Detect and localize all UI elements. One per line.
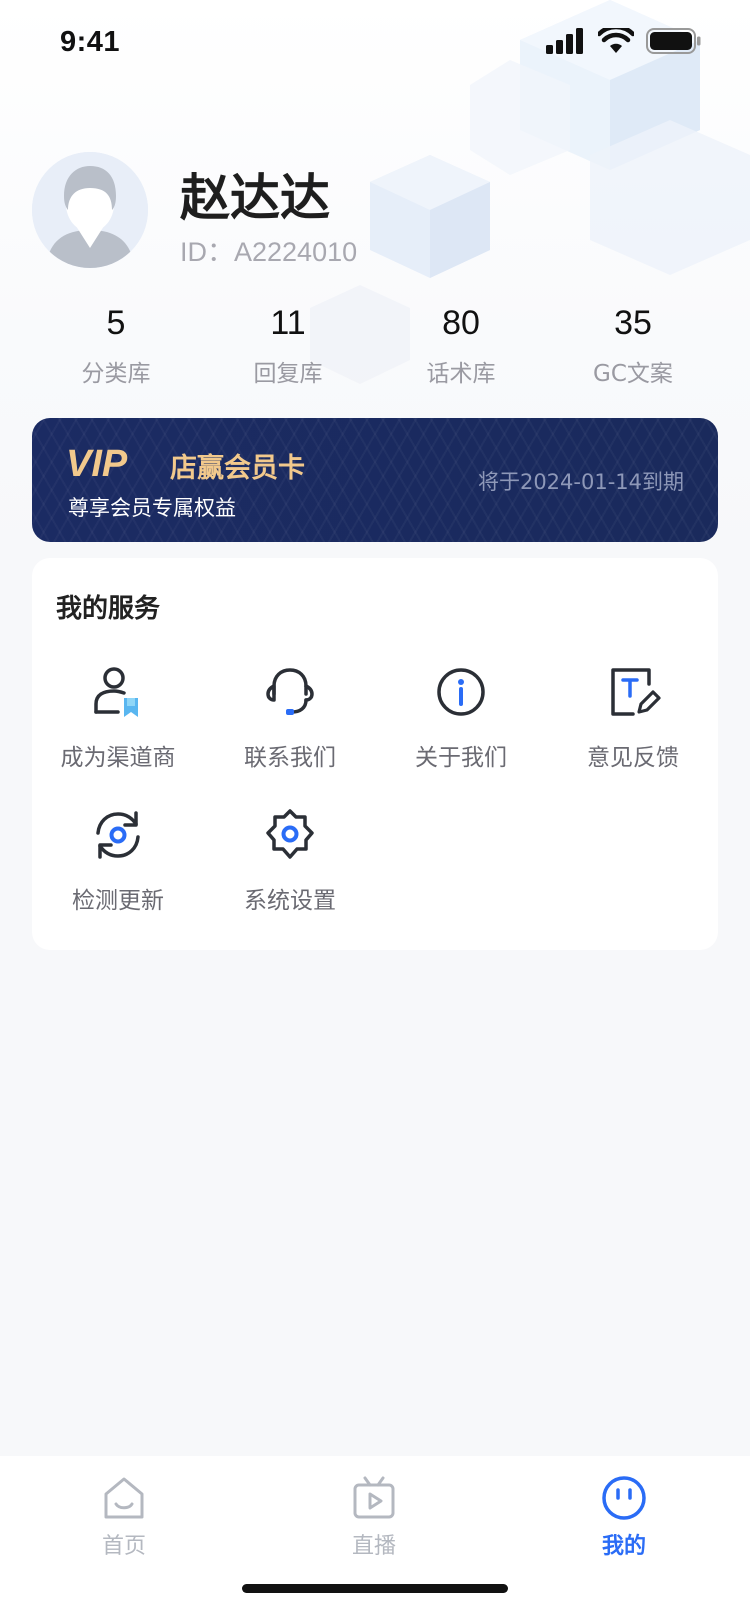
stats-row: 5 分类库 11 回复库 80 话术库 35 GC文案 bbox=[0, 300, 750, 390]
feedback-icon bbox=[611, 668, 661, 716]
stat-category-library[interactable]: 5 分类库 bbox=[36, 300, 196, 388]
battery-icon bbox=[646, 28, 701, 54]
service-system-settings[interactable]: 系统设置 bbox=[204, 805, 376, 915]
vip-badge-text: VIP bbox=[66, 444, 128, 482]
tab-home[interactable]: 首页 bbox=[64, 1474, 184, 1560]
home-indicator[interactable] bbox=[242, 1584, 508, 1593]
service-contact-us[interactable]: 联系我们 bbox=[204, 662, 376, 772]
my-services-panel: 我的服务 成为渠道商 联系我们 关于我们 意见反馈 检测更新 系统设置 bbox=[32, 558, 718, 950]
status-time: 9:41 bbox=[60, 26, 121, 58]
vip-subtitle: 尊享会员专属权益 bbox=[68, 496, 236, 520]
stat-value: 11 bbox=[270, 304, 306, 342]
tab-mine[interactable]: 我的 bbox=[564, 1474, 684, 1560]
wifi-icon bbox=[598, 28, 634, 53]
vip-title: 店赢会员卡 bbox=[170, 453, 305, 484]
stat-gc-copy[interactable]: 35 GC文案 bbox=[553, 300, 713, 388]
default-avatar-icon bbox=[32, 152, 148, 268]
service-label: 成为渠道商 bbox=[60, 745, 176, 771]
service-label: 意见反馈 bbox=[587, 745, 679, 771]
user-name: 赵达达 bbox=[180, 169, 330, 227]
service-check-update[interactable]: 检测更新 bbox=[32, 805, 204, 915]
stat-label: 分类库 bbox=[81, 361, 151, 387]
stat-value: 5 bbox=[106, 304, 126, 342]
vip-card[interactable]: VIP 店赢会员卡 尊享会员专属权益 将于2024-01-14到期 bbox=[32, 418, 718, 542]
status-bar: 9:41 bbox=[0, 0, 750, 88]
service-label: 联系我们 bbox=[244, 745, 336, 771]
vip-logo: VIP bbox=[66, 444, 128, 482]
cellular-signal-icon bbox=[546, 28, 583, 54]
profile-face-icon bbox=[602, 1476, 646, 1520]
settings-icon bbox=[266, 809, 314, 859]
refresh-icon bbox=[96, 811, 140, 859]
service-become-channel-partner[interactable]: 成为渠道商 bbox=[32, 662, 204, 772]
service-feedback[interactable]: 意见反馈 bbox=[547, 662, 719, 772]
stat-value: 80 bbox=[442, 304, 480, 342]
tab-label: 首页 bbox=[101, 1534, 146, 1559]
stat-label: GC文案 bbox=[593, 361, 673, 387]
stat-label: 话术库 bbox=[426, 361, 496, 387]
live-tv-icon bbox=[353, 1476, 395, 1519]
tab-live[interactable]: 直播 bbox=[314, 1474, 434, 1560]
avatar[interactable] bbox=[32, 152, 148, 268]
tab-label: 我的 bbox=[601, 1534, 646, 1559]
status-icons bbox=[546, 28, 702, 54]
headset-icon bbox=[266, 668, 314, 715]
service-label: 关于我们 bbox=[415, 745, 507, 771]
bottom-tab-bar: 首页 直播 我的 bbox=[0, 1456, 750, 1624]
service-label: 检测更新 bbox=[72, 888, 164, 914]
service-label: 系统设置 bbox=[244, 888, 336, 914]
stat-value: 35 bbox=[614, 304, 652, 342]
tab-label: 直播 bbox=[351, 1534, 396, 1559]
decor-cube bbox=[370, 155, 490, 278]
stat-reply-library[interactable]: 11 回复库 bbox=[208, 300, 368, 388]
stat-label: 回复库 bbox=[253, 361, 323, 387]
services-title: 我的服务 bbox=[56, 594, 161, 624]
channel-partner-icon bbox=[94, 667, 138, 717]
home-icon bbox=[104, 1477, 144, 1519]
vip-expire-date: 将于2024-01-14到期 bbox=[477, 470, 684, 494]
stat-script-library[interactable]: 80 话术库 bbox=[381, 300, 541, 388]
service-about-us[interactable]: 关于我们 bbox=[375, 662, 547, 772]
info-icon bbox=[437, 668, 485, 716]
user-id: ID：A2224010 bbox=[180, 237, 358, 267]
